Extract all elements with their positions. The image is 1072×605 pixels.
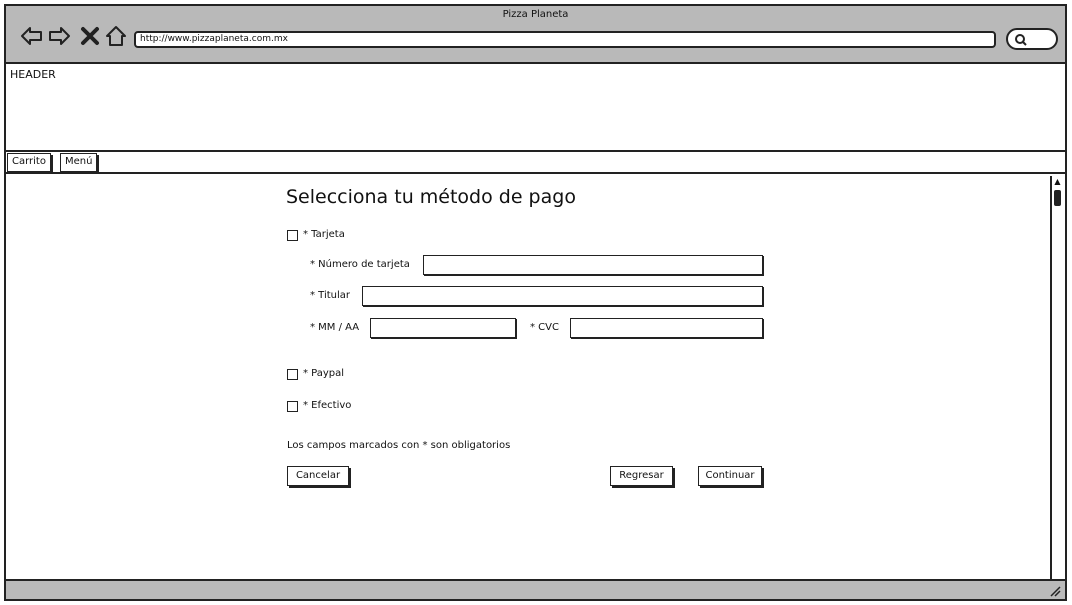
- cvc-label: * CVC: [530, 322, 559, 333]
- expiry-input[interactable]: [370, 318, 516, 338]
- tab-carrito[interactable]: Carrito: [7, 153, 51, 172]
- home-icon[interactable]: [104, 24, 128, 48]
- card-number-input[interactable]: [423, 255, 763, 275]
- forward-arrow-icon[interactable]: [47, 24, 71, 48]
- scroll-thumb[interactable]: [1054, 190, 1061, 206]
- efectivo-label: * Efectivo: [303, 400, 352, 411]
- back-button[interactable]: Regresar: [610, 466, 673, 486]
- tarjeta-checkbox[interactable]: [287, 230, 298, 241]
- search-button[interactable]: [1006, 28, 1058, 50]
- required-fields-note: Los campos marcados con * son obligatori…: [287, 440, 511, 451]
- header-label: HEADER: [10, 68, 56, 81]
- browser-window: Pizza Planeta http://www.pizzaplaneta.co…: [4, 4, 1067, 601]
- close-icon[interactable]: [78, 24, 102, 48]
- window-title: Pizza Planeta: [502, 9, 569, 20]
- card-holder-input[interactable]: [362, 286, 763, 306]
- tab-menu[interactable]: Menú: [60, 153, 98, 172]
- browser-chrome: Pizza Planeta http://www.pizzaplaneta.co…: [6, 6, 1065, 64]
- page-title: Selecciona tu método de pago: [286, 186, 576, 208]
- continue-button[interactable]: Continuar: [698, 466, 762, 486]
- resize-grip-icon[interactable]: [1049, 585, 1061, 597]
- cancel-button[interactable]: Cancelar: [287, 466, 349, 486]
- page-header: HEADER: [6, 64, 1065, 152]
- status-bar: [6, 579, 1065, 599]
- vertical-scrollbar[interactable]: ▲ ▼: [1050, 176, 1063, 594]
- payment-form: Selecciona tu método de pago * Tarjeta *…: [6, 174, 1051, 579]
- address-bar[interactable]: http://www.pizzaplaneta.com.mx: [134, 31, 996, 48]
- paypal-checkbox[interactable]: [287, 369, 298, 380]
- expiry-label: * MM / AA: [310, 322, 360, 333]
- efectivo-checkbox[interactable]: [287, 401, 298, 412]
- scroll-up-icon[interactable]: ▲: [1053, 177, 1062, 186]
- tab-bar: Carrito Menú: [6, 152, 1065, 174]
- back-arrow-icon[interactable]: [20, 24, 44, 48]
- card-holder-label: * Titular: [310, 290, 351, 301]
- paypal-label: * Paypal: [303, 368, 345, 379]
- search-icon: [1015, 34, 1027, 46]
- cvc-input[interactable]: [570, 318, 763, 338]
- tarjeta-label: * Tarjeta: [303, 229, 345, 240]
- card-number-label: * Número de tarjeta: [310, 259, 410, 270]
